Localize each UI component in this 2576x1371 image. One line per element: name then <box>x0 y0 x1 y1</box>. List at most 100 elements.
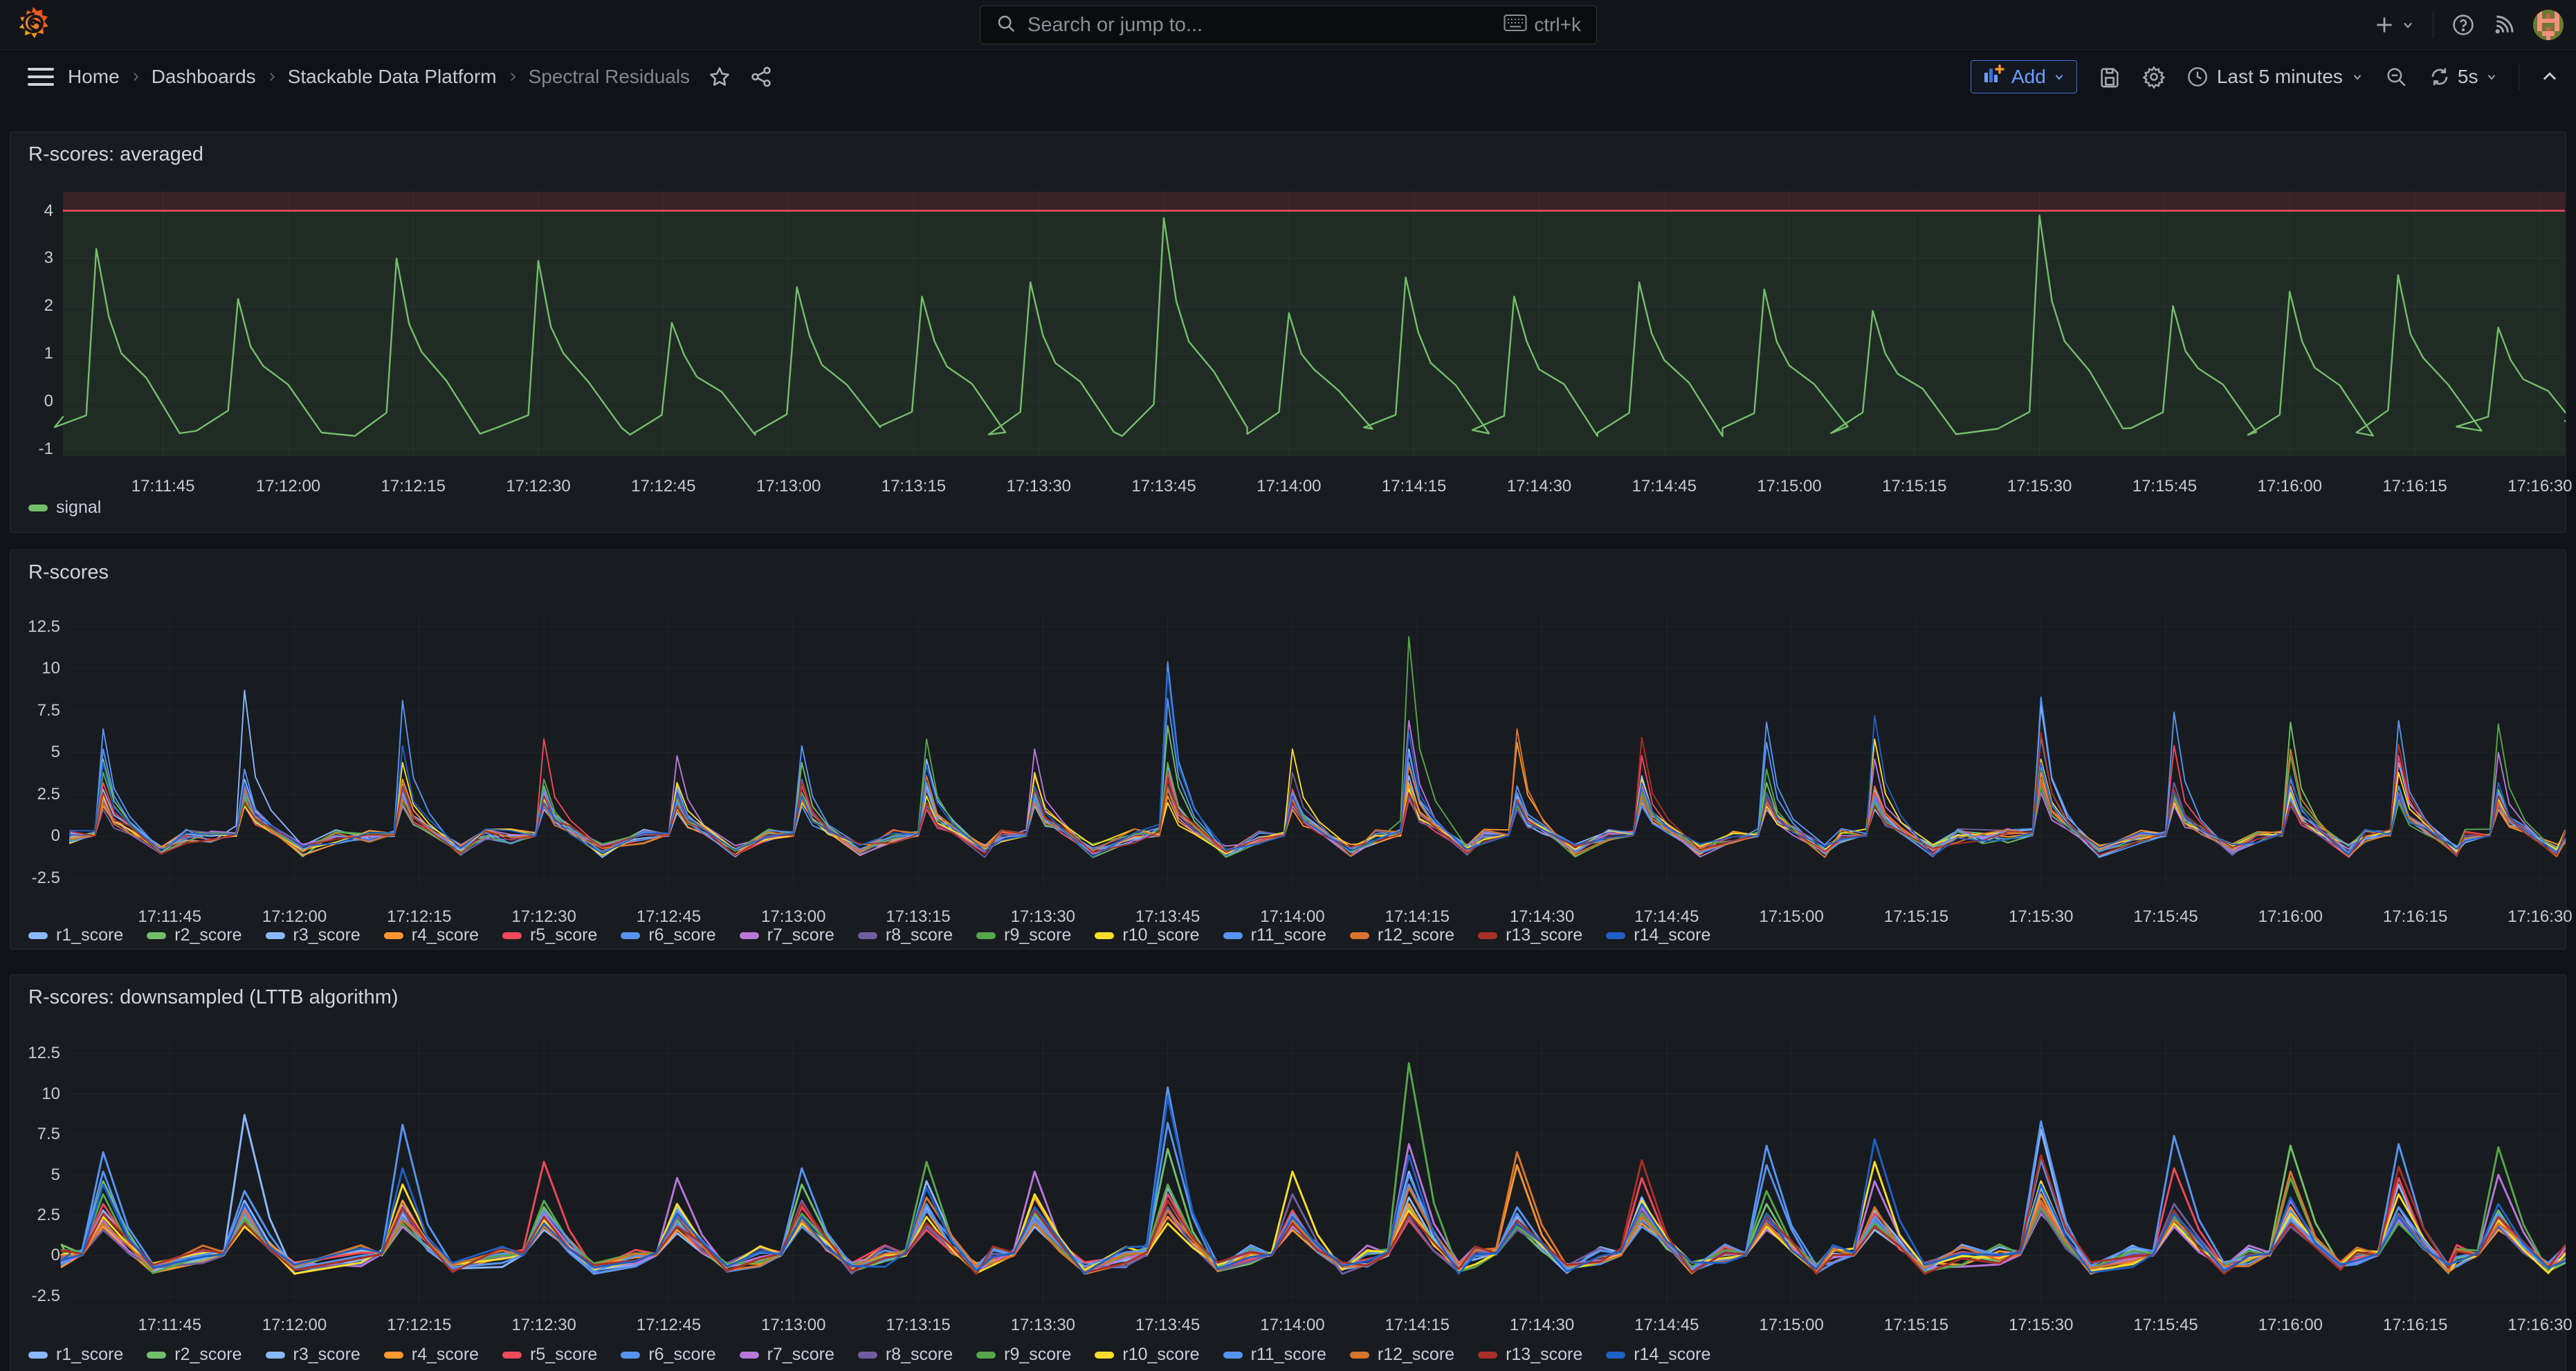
collapse-toolbar-button[interactable] <box>2540 67 2559 87</box>
topbar-actions <box>2373 0 2564 50</box>
x-axis-tick-label: 17:13:15 <box>858 477 969 496</box>
x-axis-tick-label: 17:16:30 <box>2485 907 2576 927</box>
time-range-picker[interactable]: Last 5 minutes <box>2186 66 2364 88</box>
menu-toggle-button[interactable] <box>28 68 54 86</box>
legend-item-r10_score[interactable]: r10_score <box>1095 925 1199 945</box>
topbar-divider <box>2433 12 2434 38</box>
add-button[interactable]: Add <box>1971 60 2077 93</box>
legend-item-r4_score[interactable]: r4_score <box>384 1345 479 1365</box>
x-axis-tick-label: 17:14:00 <box>1234 477 1344 496</box>
legend-item-r14_score[interactable]: r14_score <box>1606 1345 1710 1365</box>
x-axis-tick-label: 17:15:45 <box>2110 1316 2221 1335</box>
legend-item-r4_score[interactable]: r4_score <box>384 925 479 945</box>
zoom-out-button[interactable] <box>2384 65 2408 89</box>
y-axis-tick-label: -2.5 <box>12 869 60 888</box>
chart-canvas[interactable] <box>10 132 2566 532</box>
legend-item-r8_score[interactable]: r8_score <box>858 925 953 945</box>
legend-label: r6_score <box>648 1345 715 1365</box>
user-avatar[interactable] <box>2533 10 2564 40</box>
x-axis-tick-label: 17:13:00 <box>733 477 844 496</box>
legend-item-r3_score[interactable]: r3_score <box>266 925 360 945</box>
search-placeholder: Search or jump to... <box>1027 14 1492 37</box>
avatar <box>2533 10 2564 40</box>
legend-item-signal[interactable]: signal <box>28 498 101 518</box>
x-axis-tick-label: 17:15:00 <box>1734 477 1845 496</box>
legend-item-r5_score[interactable]: r5_score <box>502 1345 597 1365</box>
x-axis-tick-label: 17:11:45 <box>114 1316 225 1335</box>
x-axis-tick-label: 17:12:15 <box>358 477 468 496</box>
legend-item-r2_score[interactable]: r2_score <box>147 1345 241 1365</box>
chevron-up-icon <box>2540 67 2559 87</box>
x-axis-tick-label: 17:16:00 <box>2235 1316 2346 1335</box>
legend-label: r14_score <box>1634 925 1710 945</box>
threshold-region-above <box>63 192 2565 211</box>
y-axis-tick-label: 12.5 <box>12 617 60 637</box>
legend-label: r7_score <box>767 1345 834 1365</box>
legend-item-r12_score[interactable]: r12_score <box>1350 925 1454 945</box>
x-axis-tick-label: 17:13:00 <box>738 1316 849 1335</box>
legend-item-r14_score[interactable]: r14_score <box>1606 925 1710 945</box>
legend-item-r10_score[interactable]: r10_score <box>1095 1345 1199 1365</box>
legend-item-r12_score[interactable]: r12_score <box>1350 1345 1454 1365</box>
legend-item-r3_score[interactable]: r3_score <box>266 1345 360 1365</box>
grafana-dashboard: Search or jump to... ctrl+k <box>0 0 2576 1371</box>
legend-swatch-icon <box>1095 932 1114 939</box>
legend-item-r6_score[interactable]: r6_score <box>621 925 715 945</box>
save-dashboard-button[interactable] <box>2098 65 2121 89</box>
legend-item-r9_score[interactable]: r9_score <box>976 925 1071 945</box>
legend-item-r1_score[interactable]: r1_score <box>28 1345 123 1365</box>
news-button[interactable] <box>2493 14 2515 36</box>
x-axis-tick-label: 17:15:15 <box>1861 1316 1971 1335</box>
legend-item-r7_score[interactable]: r7_score <box>740 925 834 945</box>
y-axis-tick-label: 4 <box>5 201 53 221</box>
search-input[interactable]: Search or jump to... ctrl+k <box>980 6 1597 44</box>
x-axis-tick-label: 17:13:30 <box>987 1316 1098 1335</box>
legend-item-r5_score[interactable]: r5_score <box>502 925 597 945</box>
breadcrumb-separator-icon <box>506 71 519 83</box>
legend-label: r5_score <box>530 925 597 945</box>
legend-item-r8_score[interactable]: r8_score <box>858 1345 953 1365</box>
legend-item-r6_score[interactable]: r6_score <box>621 1345 715 1365</box>
legend-item-r2_score[interactable]: r2_score <box>147 925 241 945</box>
share-button[interactable] <box>749 65 773 89</box>
dashboard-toolbar-row: Home Dashboards Stackable Data Platform … <box>0 50 2576 104</box>
panel-rscores-downsampled: R-scores: downsampled (LTTB algorithm) 1… <box>10 974 2566 1371</box>
dashboard-settings-button[interactable] <box>2142 65 2166 89</box>
breadcrumb-dashboards[interactable]: Dashboards <box>152 66 256 88</box>
x-axis-tick-label: 17:16:30 <box>2485 1316 2576 1335</box>
legend-swatch-icon <box>1606 932 1625 939</box>
chart-canvas[interactable] <box>10 550 2566 949</box>
time-range-label: Last 5 minutes <box>2217 66 2343 88</box>
legend-label: r5_score <box>530 1345 597 1365</box>
new-button[interactable] <box>2373 14 2415 36</box>
legend-item-r11_score[interactable]: r11_score <box>1223 925 1326 945</box>
breadcrumb-home[interactable]: Home <box>68 66 120 88</box>
x-axis-tick-label: 17:14:15 <box>1359 477 1470 496</box>
x-axis-tick-label: 17:15:45 <box>2110 907 2221 927</box>
series-line-r9_score <box>70 637 2565 857</box>
chevron-down-icon <box>2053 71 2065 83</box>
legend-item-r1_score[interactable]: r1_score <box>28 925 123 945</box>
grafana-logo-icon <box>16 6 51 44</box>
x-axis-tick-label: 17:12:45 <box>608 477 719 496</box>
legend-swatch-icon <box>1606 1352 1625 1359</box>
legend-swatch-icon <box>740 932 759 939</box>
chart-canvas[interactable] <box>10 975 2566 1371</box>
help-button[interactable] <box>2451 13 2475 37</box>
legend-label: r12_score <box>1378 1345 1454 1365</box>
x-axis-tick-label: 17:11:45 <box>114 907 225 927</box>
refresh-picker[interactable]: 5s <box>2429 66 2498 88</box>
legend-item-r9_score[interactable]: r9_score <box>976 1345 1071 1365</box>
legend-swatch-icon <box>1478 1352 1497 1359</box>
legend-item-r13_score[interactable]: r13_score <box>1478 925 1582 945</box>
legend-item-r13_score[interactable]: r13_score <box>1478 1345 1582 1365</box>
y-axis-tick-label: 1 <box>5 344 53 363</box>
breadcrumb-folder[interactable]: Stackable Data Platform <box>288 66 497 88</box>
legend-item-r7_score[interactable]: r7_score <box>740 1345 834 1365</box>
breadcrumb-separator-icon <box>129 71 142 83</box>
x-axis-tick-label: 17:14:30 <box>1483 477 1594 496</box>
legend-item-r11_score[interactable]: r11_score <box>1223 1345 1326 1365</box>
favorite-star-button[interactable] <box>708 65 731 89</box>
grafana-home-button[interactable] <box>0 6 66 44</box>
legend: r1_score r2_score r3_score r4_score r5_score… <box>28 1345 1710 1365</box>
